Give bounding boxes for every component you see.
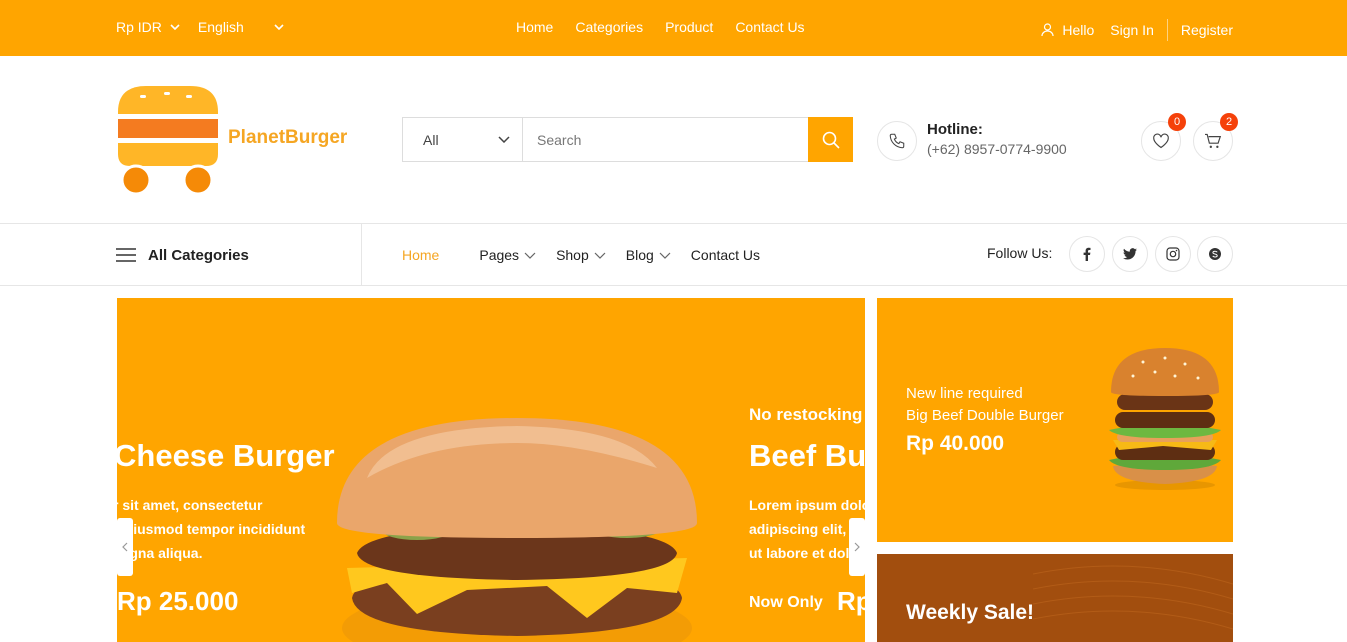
search-button[interactable]	[808, 117, 853, 162]
phone-icon	[889, 133, 905, 149]
nav-shop-label: Shop	[556, 247, 589, 263]
chevron-down-icon	[659, 252, 671, 259]
nav-blog[interactable]: Blog	[626, 247, 671, 263]
cart-button[interactable]: 2	[1193, 113, 1238, 161]
promo-line1: New line required	[906, 385, 1023, 402]
top-nav-categories[interactable]: Categories	[575, 19, 643, 35]
nav-pages[interactable]: Pages	[479, 247, 536, 263]
all-categories-button[interactable]: All Categories	[116, 224, 249, 286]
slide2-title: Beef Bur	[749, 438, 865, 473]
promo-banner-big-beef[interactable]: New line required Big Beef Double Burger…	[877, 298, 1233, 542]
facebook-icon	[1083, 247, 1091, 261]
search-category-label: All	[423, 131, 439, 148]
top-nav-product[interactable]: Product	[665, 19, 713, 35]
cart-count-badge: 2	[1220, 113, 1238, 131]
top-nav-home[interactable]: Home	[516, 19, 553, 35]
nav-blog-label: Blog	[625, 247, 654, 263]
heart-icon	[1153, 133, 1169, 149]
chevron-down-icon	[274, 24, 284, 30]
slide2-price: Rp	[837, 586, 865, 616]
locale-selectors: Rp IDR English	[116, 19, 284, 35]
currency-select[interactable]: Rp IDR	[116, 19, 180, 35]
instagram-button[interactable]	[1155, 236, 1191, 272]
user-icon	[1041, 23, 1054, 37]
all-categories-label: All Categories	[148, 246, 249, 264]
slide-description: r sit amet, consectetur o eiusmod tempor…	[117, 497, 306, 561]
nav-contact-label: Contact Us	[690, 247, 761, 263]
wave-pattern	[1033, 565, 1233, 630]
search-category-select[interactable]: All	[403, 118, 523, 161]
nav-shop[interactable]: Shop	[556, 247, 606, 263]
nav-home[interactable]: Home	[402, 247, 439, 263]
search-bar: All	[402, 117, 853, 162]
cheese-burger-image	[337, 418, 697, 642]
divider	[361, 224, 362, 286]
slide2-now-only: Now Only	[749, 594, 823, 611]
hotline-title: Hotline:	[927, 121, 983, 138]
hello-text: Hello	[1062, 22, 1095, 38]
chevron-down-icon	[594, 252, 606, 259]
language-label: English	[197, 19, 244, 35]
account-links: Hello Sign In Register	[1041, 19, 1233, 41]
chevron-down-icon	[524, 252, 536, 259]
chevron-left-icon	[122, 542, 128, 552]
language-select[interactable]: English	[198, 19, 284, 35]
register-link[interactable]: Register	[1181, 22, 1233, 38]
slide-title: Cheese Burger	[117, 438, 335, 473]
header: PlanetBurger All Hotline: (+62) 8957-077…	[0, 56, 1347, 224]
currency-label: Rp IDR	[116, 19, 162, 35]
chevron-right-icon	[854, 542, 860, 552]
main-navbar: All Categories Home Pages Shop Blog Cont…	[0, 224, 1347, 286]
slide2-description: Lorem ipsum dolo adipiscing elit, s ut l…	[749, 497, 865, 561]
wishlist-button[interactable]: 0	[1141, 113, 1186, 161]
hotline-number: (+62) 8957-0774-9900	[927, 141, 1067, 157]
nav-pages-label: Pages	[479, 247, 520, 263]
main-nav: Home Pages Shop Blog Contact Us	[402, 224, 780, 286]
sign-in-link[interactable]: Sign In	[1110, 22, 1154, 38]
search-icon	[822, 131, 840, 149]
wishlist-count-badge: 0	[1168, 113, 1186, 131]
twitter-button[interactable]	[1112, 236, 1148, 272]
logo[interactable]	[116, 86, 220, 196]
chevron-down-icon	[170, 24, 180, 30]
promo2-title: Weekly Sale!	[906, 601, 1035, 624]
top-bar: Rp IDR English Home Categories Product C…	[0, 0, 1347, 56]
facebook-button[interactable]	[1069, 236, 1105, 272]
promo-banner-weekly-sale[interactable]: Weekly Sale!	[877, 554, 1233, 642]
top-nav-contact[interactable]: Contact Us	[735, 19, 804, 35]
follow-us-label: Follow Us:	[987, 245, 1053, 261]
slide-price: Rp 25.000	[117, 586, 239, 616]
cart-icon	[1205, 133, 1222, 148]
hotline-phone[interactable]	[877, 121, 917, 161]
skype-button[interactable]	[1197, 236, 1233, 272]
menu-icon	[116, 248, 136, 262]
promo-price: Rp 40.000	[906, 432, 1005, 455]
slider-prev-button[interactable]	[117, 518, 133, 576]
slider-next-button[interactable]	[849, 518, 865, 576]
double-burger-image	[1109, 348, 1221, 490]
search-input[interactable]	[523, 118, 808, 161]
instagram-icon	[1166, 247, 1180, 261]
slide2-pretitle: No restocking	[749, 405, 863, 424]
skype-icon	[1209, 248, 1221, 260]
promo-line2: Big Beef Double Burger	[906, 407, 1064, 424]
nav-home-label: Home	[402, 247, 440, 263]
nav-contact[interactable]: Contact Us	[691, 247, 760, 263]
top-nav: Home Categories Product Contact Us	[516, 19, 805, 35]
chevron-down-icon	[498, 136, 510, 143]
hero-slider[interactable]: Cheese Burger r sit amet, consectetur o …	[117, 298, 865, 642]
brand-name[interactable]: PlanetBurger	[228, 127, 347, 149]
twitter-icon	[1123, 248, 1137, 260]
divider	[1166, 19, 1168, 41]
